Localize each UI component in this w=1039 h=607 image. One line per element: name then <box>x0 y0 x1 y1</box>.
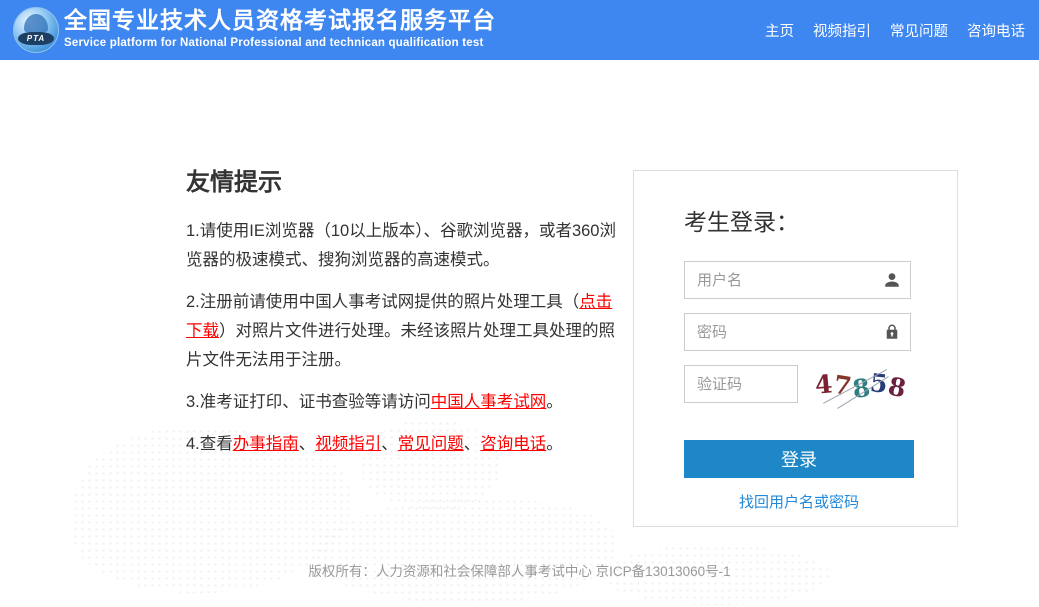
faq-link[interactable]: 常见问题 <box>398 435 464 453</box>
site-title-block: 全国专业技术人员资格考试报名服务平台 Service platform for … <box>64 6 496 49</box>
cpta-site-link[interactable]: 中国人事考试网 <box>431 393 547 411</box>
pta-logo: PTA <box>13 7 59 53</box>
top-nav: 主页 视频指引 常见问题 咨询电话 <box>765 0 1025 60</box>
captcha-input[interactable] <box>684 365 799 403</box>
nav-faq[interactable]: 常见问题 <box>890 20 948 41</box>
nav-phone[interactable]: 咨询电话 <box>967 20 1025 41</box>
tip-2-pre: 2.注册前请使用中国人事考试网提供的照片处理工具（ <box>186 293 580 311</box>
nav-home[interactable]: 主页 <box>765 20 794 41</box>
friendly-tips-section: 友情提示 1.请使用IE浏览器（10以上版本）、谷歌浏览器，或者360浏览器的极… <box>186 162 622 472</box>
captcha-image[interactable]: 4 7 8 5 8 <box>811 366 911 409</box>
tip-4-separator: 、 <box>381 435 398 453</box>
logo-sail-shape <box>24 14 48 32</box>
lock-icon <box>883 323 901 341</box>
login-button[interactable]: 登录 <box>684 440 914 478</box>
tip-4-separator: 、 <box>298 435 316 453</box>
captcha-field-wrapper <box>684 365 799 403</box>
header-bar: PTA 全国专业技术人员资格考试报名服务平台 Service platform … <box>0 0 1039 60</box>
login-title: 考生登录： <box>684 209 799 235</box>
forgot-row: 找回用户名或密码 <box>684 491 914 512</box>
service-guide-link[interactable]: 办事指南 <box>233 435 299 453</box>
username-input[interactable] <box>684 261 911 299</box>
nav-video-guide[interactable]: 视频指引 <box>813 20 871 41</box>
phone-link[interactable]: 咨询电话 <box>480 435 546 453</box>
password-input[interactable] <box>684 313 911 351</box>
password-field-wrapper <box>684 313 911 351</box>
tip-3-pre: 3.准考证打印、证书查验等请访问 <box>186 393 431 411</box>
tip-2-post: ）对照片文件进行处理。未经该照片处理工具处理的照片文件无法用于注册。 <box>186 322 615 369</box>
logo-text: PTA <box>18 32 54 45</box>
login-panel: 考生登录： 4 7 8 5 8 登录 找回用户名或密码 <box>633 170 958 527</box>
tip-item-1: 1.请使用IE浏览器（10以上版本）、谷歌浏览器，或者360浏览器的极速模式、搜… <box>186 217 622 275</box>
forgot-username-password-link[interactable]: 找回用户名或密码 <box>739 494 859 511</box>
captcha-digit: 7 <box>831 369 855 401</box>
site-subtitle: Service platform for National Profession… <box>64 37 484 49</box>
user-icon <box>883 271 901 289</box>
tip-item-4: 4.查看办事指南、视频指引、常见问题、咨询电话。 <box>186 430 622 459</box>
tip-item-2: 2.注册前请使用中国人事考试网提供的照片处理工具（点击下载）对照片文件进行处理。… <box>186 288 622 375</box>
tip-4-pre: 4.查看 <box>186 435 233 453</box>
username-field-wrapper <box>684 261 911 299</box>
tip-4-post: 。 <box>546 435 563 453</box>
captcha-row: 4 7 8 5 8 <box>684 365 911 409</box>
site-title: 全国专业技术人员资格考试报名服务平台 <box>64 7 496 33</box>
footer-copyright: 版权所有：人力资源和社会保障部人事考试中心 京ICP备13013060号-1 <box>308 564 731 579</box>
world-map-watermark <box>315 498 615 603</box>
video-guide-link[interactable]: 视频指引 <box>315 435 381 453</box>
tip-4-separator: 、 <box>463 435 481 453</box>
tip-item-3: 3.准考证打印、证书查验等请访问中国人事考试网。 <box>186 388 622 417</box>
tip-1-text: 1.请使用IE浏览器（10以上版本）、谷歌浏览器，或者360浏览器的极速模式、搜… <box>186 222 616 269</box>
tip-3-post: 。 <box>546 393 563 411</box>
tips-title: 友情提示 <box>186 169 282 196</box>
